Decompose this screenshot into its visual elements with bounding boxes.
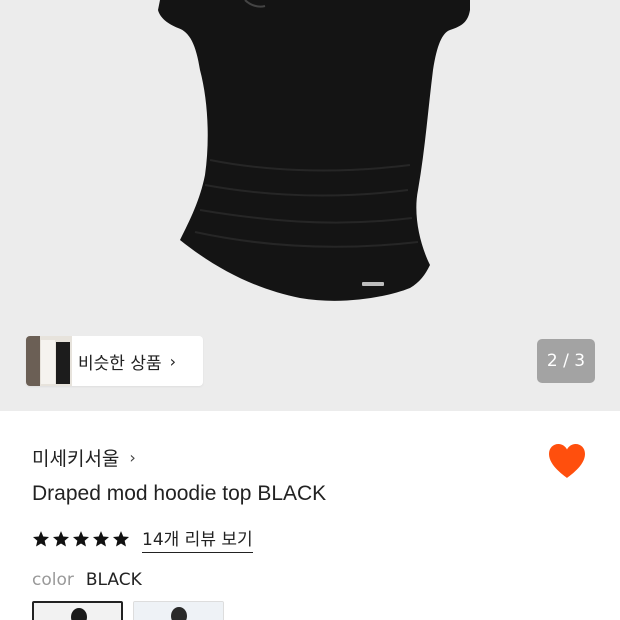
similar-products-label: 비슷한 상품 [78,353,162,374]
rating-row: 14개 리뷰 보기 [32,525,253,553]
color-value: BLACK [85,570,142,590]
chevron-right-icon: › [129,448,136,467]
star-icon [92,531,110,547]
similar-products-button[interactable]: 비슷한 상품 › [26,336,203,386]
brand-name: 미세키서울 [32,448,120,470]
color-label: color [32,570,74,590]
brand-link[interactable]: 미세키서울 › [32,444,136,471]
color-selector: color BLACK [32,570,142,590]
similar-product-thumbnail [26,336,72,386]
image-page-indicator: 2 / 3 [537,339,595,383]
color-swatch-black[interactable] [32,601,123,620]
color-swatch-alt[interactable] [133,601,224,620]
heart-icon[interactable] [547,442,587,480]
star-icon [72,531,90,547]
product-image-area[interactable]: 비슷한 상품 › 2 / 3 [0,0,620,411]
star-icon [112,531,130,547]
star-icon [32,531,50,547]
star-icon [52,531,70,547]
chevron-right-icon: › [169,351,177,371]
star-rating [32,530,130,548]
product-title: Draped mod hoodie top BLACK [32,482,327,505]
reviews-link[interactable]: 14개 리뷰 보기 [142,525,253,553]
